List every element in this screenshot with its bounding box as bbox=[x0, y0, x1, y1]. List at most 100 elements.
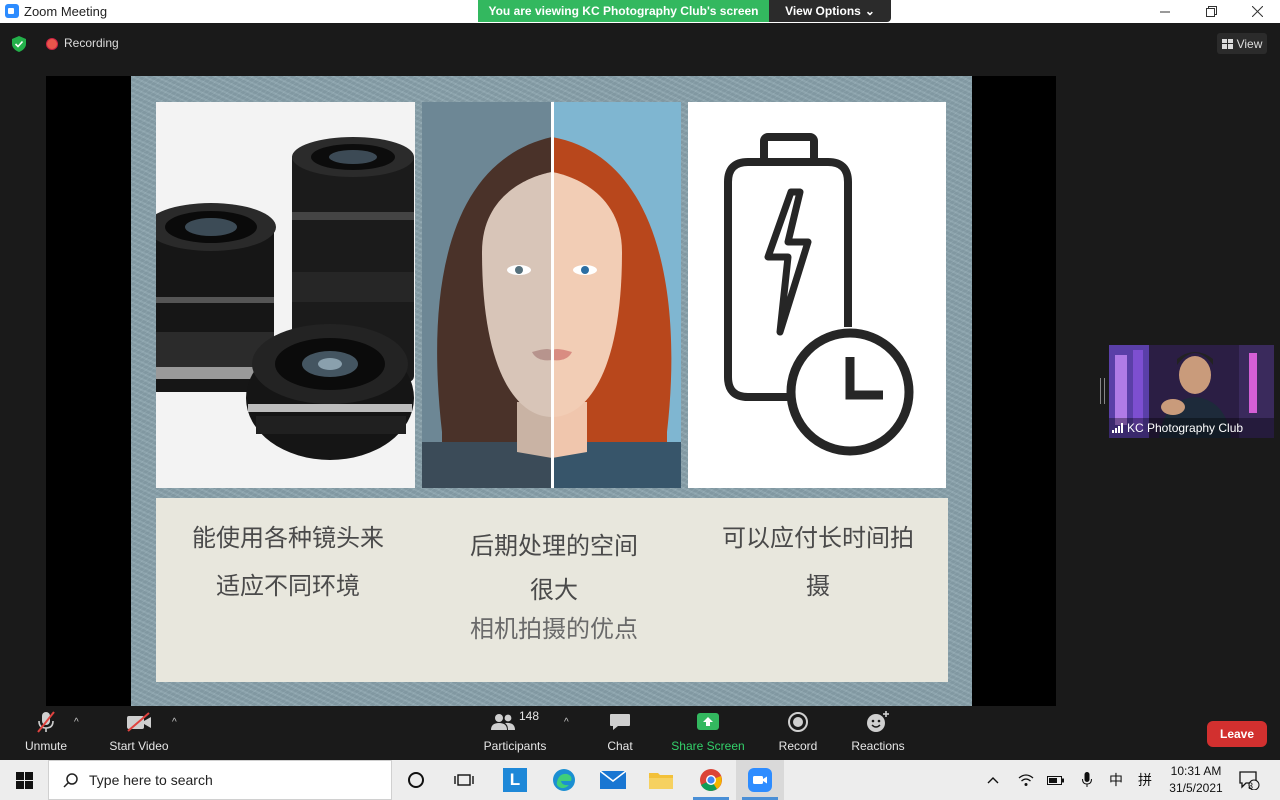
shield-icon[interactable] bbox=[12, 36, 26, 52]
caption-postprocessing-line2: 很大 bbox=[530, 576, 578, 604]
mic-muted-icon bbox=[37, 711, 55, 733]
slide-title: 相机拍摄的优点 bbox=[470, 615, 638, 643]
record-label: Record bbox=[778, 739, 818, 753]
participants-button[interactable]: 148 Participants bbox=[480, 707, 550, 760]
minimize-button[interactable] bbox=[1142, 0, 1188, 23]
view-options-label: View Options bbox=[785, 4, 861, 18]
clock-date: 31/5/2021 bbox=[1169, 781, 1223, 795]
zoom-icon bbox=[5, 4, 19, 18]
share-screen-button[interactable]: Share Screen bbox=[670, 707, 746, 760]
zoom-taskbar-button[interactable] bbox=[736, 760, 784, 800]
panel-resize-handle[interactable] bbox=[1100, 378, 1105, 404]
view-button[interactable]: View bbox=[1217, 33, 1267, 54]
slide-caption-band: 能使用各种镜头来 适应不同环境 后期处理的空间 很大 相机拍摄的优点 可以应付长… bbox=[156, 498, 948, 682]
task-view-button[interactable] bbox=[440, 760, 488, 800]
edge-button[interactable] bbox=[540, 760, 588, 800]
file-explorer-button[interactable] bbox=[637, 760, 685, 800]
lenses-image bbox=[156, 102, 415, 488]
chevron-up-icon bbox=[987, 777, 999, 784]
caption-lenses: 能使用各种镜头来 适应不同环境 bbox=[174, 514, 402, 610]
participant-video-tile[interactable]: KC Photography Club bbox=[1109, 345, 1274, 438]
microphone-tray-button[interactable] bbox=[1076, 760, 1098, 800]
title-bar: Zoom Meeting You are viewing KC Photogra… bbox=[0, 0, 1280, 23]
leave-button[interactable]: Leave bbox=[1207, 721, 1267, 747]
wifi-icon bbox=[1018, 774, 1034, 786]
reactions-button[interactable]: Reactions bbox=[848, 707, 908, 760]
recording-indicator: Recording bbox=[64, 36, 119, 50]
meeting-toolbar: Unmute ^ Start Video ^ 148 Participants … bbox=[0, 707, 1280, 760]
notification-button[interactable]: 3 bbox=[1236, 760, 1262, 800]
chrome-button[interactable] bbox=[687, 760, 735, 800]
taskbar-search-box[interactable]: Type here to search bbox=[48, 760, 392, 800]
start-button[interactable] bbox=[0, 760, 48, 800]
windows-taskbar: Type here to search L 中 拼 10:31 AM 31/5/… bbox=[0, 760, 1280, 800]
caption-lenses-line2: 适应不同环境 bbox=[216, 572, 360, 600]
reactions-icon bbox=[867, 711, 889, 732]
record-dot-icon bbox=[46, 38, 58, 50]
zoom-taskbar-icon bbox=[748, 768, 772, 792]
reactions-label: Reactions bbox=[851, 739, 905, 753]
chat-label: Chat bbox=[607, 739, 633, 753]
unmute-label: Unmute bbox=[24, 739, 68, 753]
participant-name: KC Photography Club bbox=[1127, 421, 1244, 435]
caption-postprocessing: 后期处理的空间 很大 相机拍摄的优点 bbox=[440, 524, 668, 646]
windows-start-icon bbox=[15, 771, 33, 789]
caption-lenses-line1: 能使用各种镜头来 bbox=[192, 524, 384, 552]
caption-postprocessing-line1: 后期处理的空间 bbox=[470, 532, 638, 560]
notification-count: 3 bbox=[1248, 781, 1254, 791]
close-button[interactable] bbox=[1234, 0, 1280, 23]
record-button[interactable]: Record bbox=[775, 707, 821, 760]
participants-options-caret[interactable]: ^ bbox=[564, 717, 569, 728]
network-button[interactable] bbox=[1014, 760, 1038, 800]
taskbar-app-l[interactable]: L bbox=[491, 760, 539, 800]
start-video-button[interactable]: Start Video bbox=[105, 707, 173, 760]
mail-button[interactable] bbox=[589, 760, 637, 800]
participant-count: 148 bbox=[518, 709, 540, 723]
cortana-button[interactable] bbox=[392, 760, 440, 800]
clock-time: 10:31 AM bbox=[1170, 764, 1222, 778]
chat-icon bbox=[610, 714, 630, 730]
show-hidden-icons[interactable] bbox=[980, 760, 1006, 800]
mail-icon bbox=[600, 771, 626, 789]
participant-name-bar: KC Photography Club bbox=[1109, 418, 1274, 438]
participants-icon bbox=[490, 714, 515, 730]
video-options-caret[interactable]: ^ bbox=[172, 717, 177, 728]
maximize-button[interactable] bbox=[1188, 0, 1234, 23]
start-video-label: Start Video bbox=[109, 739, 169, 753]
cortana-icon bbox=[408, 772, 424, 788]
battery-clock-icon bbox=[724, 133, 914, 456]
input-language[interactable]: 中 bbox=[1104, 760, 1128, 800]
caption-battery: 可以应付长时间拍 摄 bbox=[704, 514, 932, 610]
caption-battery-line1: 可以应付长时间拍 bbox=[722, 524, 914, 552]
task-view-icon bbox=[454, 774, 474, 786]
minimize-icon bbox=[1160, 11, 1170, 12]
app-l-icon: L bbox=[503, 768, 527, 792]
share-screen-icon bbox=[697, 713, 719, 730]
portrait-comparison-image bbox=[422, 102, 681, 488]
record-icon bbox=[788, 712, 808, 732]
audio-options-caret[interactable]: ^ bbox=[74, 717, 79, 728]
input-mode[interactable]: 拼 bbox=[1133, 760, 1157, 800]
chrome-icon bbox=[700, 769, 722, 791]
signal-strength-icon bbox=[1112, 423, 1123, 433]
view-label: View bbox=[1236, 36, 1263, 51]
taskbar-clock[interactable]: 10:31 AM 31/5/2021 bbox=[1162, 763, 1230, 797]
search-placeholder: Type here to search bbox=[89, 772, 213, 788]
restore-icon bbox=[1205, 6, 1217, 17]
video-muted-icon bbox=[127, 712, 151, 732]
view-options-button[interactable]: View Options ⌄ bbox=[769, 0, 891, 22]
window-title: Zoom Meeting bbox=[24, 4, 108, 19]
camera-lenses-illustration bbox=[156, 102, 415, 488]
chevron-down-icon: ⌄ bbox=[864, 4, 875, 18]
microphone-icon bbox=[1082, 772, 1092, 787]
battery-clock-image bbox=[688, 102, 946, 488]
chat-button[interactable]: Chat bbox=[600, 707, 640, 760]
battery-button[interactable] bbox=[1044, 760, 1068, 800]
viewing-banner: You are viewing KC Photography Club's sc… bbox=[478, 0, 769, 22]
close-icon bbox=[1251, 6, 1263, 17]
file-explorer-icon bbox=[649, 773, 673, 789]
caption-battery-line2: 摄 bbox=[806, 572, 830, 600]
battery-icon bbox=[1047, 776, 1064, 785]
edge-icon bbox=[553, 769, 575, 791]
unmute-button[interactable]: Unmute bbox=[20, 707, 72, 760]
